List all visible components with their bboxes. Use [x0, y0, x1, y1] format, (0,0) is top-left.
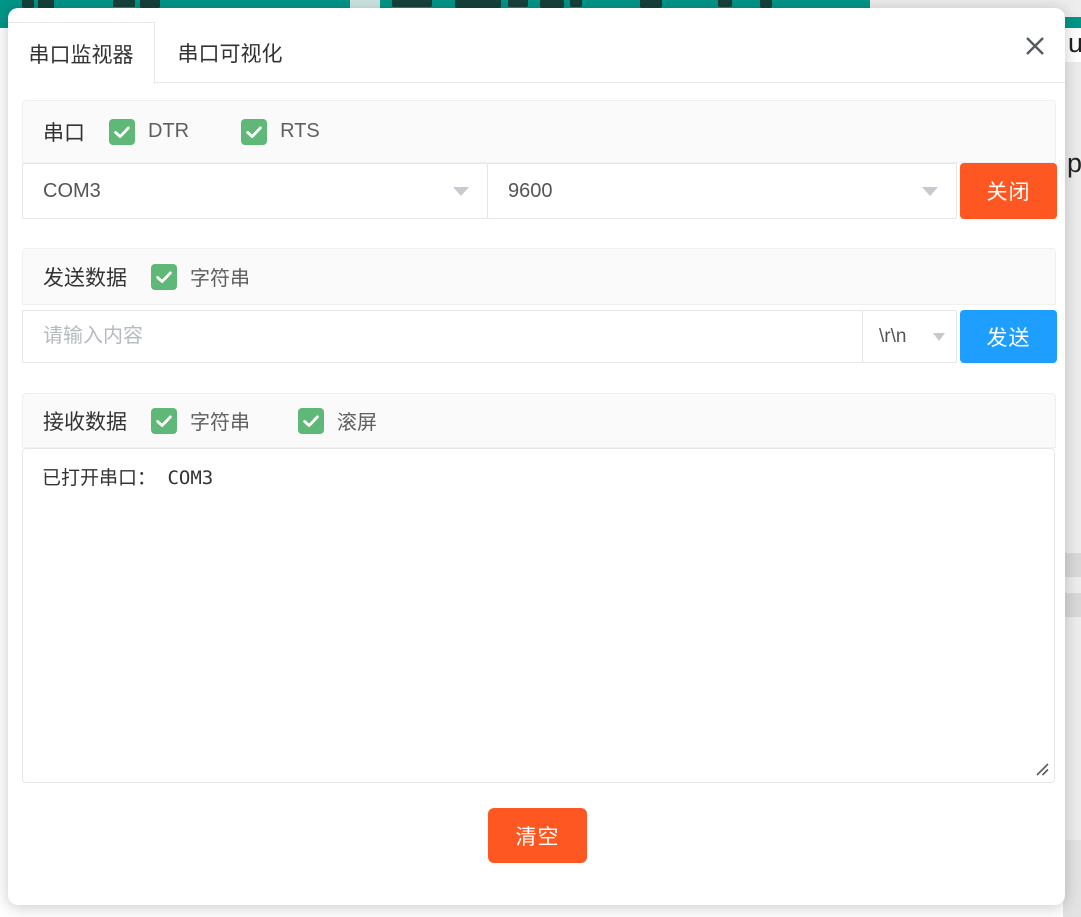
toolbar-glyph-fragment	[718, 0, 732, 7]
check-icon	[243, 121, 265, 143]
serial-port-label: 串口	[43, 117, 85, 147]
baud-select-value: 9600	[508, 180, 553, 203]
autoscroll-label: 滚屏	[337, 406, 377, 435]
toolbar-glyph-fragment	[760, 0, 772, 8]
background-peek-text: p	[1067, 150, 1081, 177]
tab-serial-monitor-label: 串口监视器	[29, 39, 134, 69]
receive-section-header: 接收数据 字符串 滚屏	[22, 393, 1056, 448]
serial-monitor-dialog: 串口监视器 串口可视化 串口 DTR RTS COM3 9600 关闭 发送数据	[8, 8, 1065, 905]
checkbox-receive-string[interactable]	[151, 408, 177, 434]
resize-handle-icon[interactable]	[1034, 761, 1050, 777]
chevron-down-icon	[453, 187, 469, 196]
close-button[interactable]	[1021, 32, 1049, 60]
send-string-label: 字符串	[190, 262, 250, 291]
toolbar-glyph-fragment	[570, 0, 582, 7]
background-strip	[1063, 62, 1081, 917]
background-toolbar-edge	[1063, 17, 1081, 28]
tab-header: 串口监视器 串口可视化	[8, 8, 1065, 83]
check-icon	[153, 410, 175, 432]
close-icon	[1022, 33, 1048, 59]
background-strip	[1063, 840, 1081, 917]
checkbox-dtr[interactable]	[109, 119, 135, 145]
toolbar-glyph-fragment	[640, 0, 662, 8]
dtr-label: DTR	[148, 120, 189, 143]
checkbox-autoscroll[interactable]	[298, 408, 324, 434]
toolbar-glyph-fragment	[140, 0, 160, 8]
toolbar-glyph-fragment	[455, 0, 501, 8]
background-strip-band	[1063, 553, 1081, 577]
line-ending-value: \r\n	[879, 326, 906, 348]
check-icon	[300, 410, 322, 432]
chevron-down-icon	[922, 187, 938, 196]
toolbar-glyph-fragment	[392, 0, 432, 7]
send-data-label: 发送数据	[43, 262, 127, 292]
check-icon	[111, 121, 133, 143]
serial-port-section-header: 串口 DTR RTS	[22, 100, 1056, 163]
receive-output[interactable]: 已打开串口： COM3	[22, 448, 1055, 783]
port-select-value: COM3	[43, 180, 101, 203]
chevron-down-icon	[933, 333, 945, 341]
toolbar-glyph-fragment	[113, 0, 135, 7]
toolbar-glyph-fragment	[508, 0, 528, 7]
baud-select[interactable]: 9600	[487, 163, 957, 219]
receive-string-label: 字符串	[190, 406, 250, 435]
tab-serial-plotter[interactable]: 串口可视化	[165, 22, 295, 84]
send-section-header: 发送数据 字符串	[22, 248, 1056, 305]
checkbox-send-string[interactable]	[151, 264, 177, 290]
tab-serial-plotter-label: 串口可视化	[178, 38, 283, 68]
send-input[interactable]	[22, 310, 863, 363]
close-port-button[interactable]: 关闭	[960, 163, 1057, 219]
tab-serial-monitor[interactable]: 串口监视器	[8, 22, 155, 84]
checkbox-rts[interactable]	[241, 119, 267, 145]
background-strip-band	[1063, 593, 1081, 617]
rts-label: RTS	[280, 120, 320, 143]
check-icon	[153, 266, 175, 288]
receive-output-wrap: 已打开串口： COM3	[22, 448, 1055, 783]
send-button[interactable]: 发送	[960, 310, 1057, 363]
receive-data-label: 接收数据	[43, 406, 127, 436]
clear-button[interactable]: 清空	[488, 808, 587, 863]
port-select[interactable]: COM3	[22, 163, 488, 219]
line-ending-select[interactable]: \r\n	[862, 310, 957, 363]
toolbar-glyph-fragment	[540, 0, 564, 8]
background-peek-text: u	[1068, 30, 1081, 57]
toolbar-glyph-fragment	[22, 0, 34, 8]
